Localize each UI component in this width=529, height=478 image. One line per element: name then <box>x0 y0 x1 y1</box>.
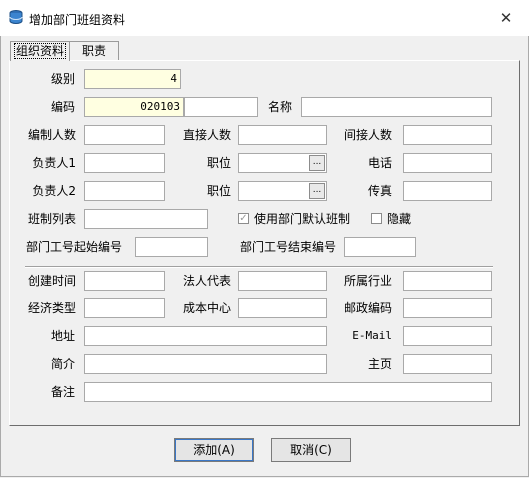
intro-label: 简介 <box>50 357 75 371</box>
remark-field[interactable] <box>84 382 492 402</box>
level-field[interactable]: 4 <box>84 69 181 89</box>
tab-duties[interactable]: 职责 <box>69 41 119 60</box>
phone-label: 电话 <box>367 156 392 170</box>
use-default-shift-checkbox[interactable]: ✓ <box>238 213 249 224</box>
direct-count-field[interactable] <box>238 125 327 145</box>
manager1-field[interactable] <box>84 153 165 173</box>
name-label: 名称 <box>267 100 292 114</box>
fax-label: 传真 <box>367 184 392 198</box>
close-icon[interactable]: ✕ <box>497 9 515 27</box>
direct-count-label: 直接人数 <box>182 128 231 142</box>
postal-code-label: 邮政编码 <box>343 301 392 315</box>
manager2-field[interactable] <box>84 181 165 201</box>
use-default-shift-label: 使用部门默认班制 <box>254 212 351 226</box>
name-field[interactable] <box>301 97 492 117</box>
code-field[interactable]: 020103 <box>84 97 184 117</box>
position2-label: 职位 <box>206 184 231 198</box>
position1-label: 职位 <box>206 156 231 170</box>
level-label: 级别 <box>50 72 75 86</box>
address-field[interactable] <box>84 326 327 346</box>
fax-field[interactable] <box>403 181 492 201</box>
hidden-label: 隐藏 <box>387 212 412 226</box>
email-label: E-Mail <box>352 329 392 342</box>
window-title: 增加部门班组资料 <box>29 13 126 27</box>
hidden-checkbox[interactable] <box>371 213 382 224</box>
phone-field[interactable] <box>403 153 492 173</box>
cost-center-label: 成本中心 <box>182 301 231 315</box>
industry-field[interactable] <box>403 271 492 291</box>
economic-type-label: 经济类型 <box>27 301 76 315</box>
postal-code-field[interactable] <box>403 298 492 318</box>
industry-label: 所属行业 <box>343 274 392 288</box>
shift-list-label: 班制列表 <box>27 212 76 226</box>
created-time-field[interactable] <box>84 271 165 291</box>
tab-organization[interactable]: 组织资料 <box>10 41 70 61</box>
headcount-label: 编制人数 <box>27 128 76 142</box>
economic-type-field[interactable] <box>84 298 165 318</box>
shift-list-field[interactable] <box>84 209 208 229</box>
indirect-count-label: 间接人数 <box>343 128 392 142</box>
remark-label: 备注 <box>50 385 75 399</box>
legal-rep-label: 法人代表 <box>182 274 231 288</box>
intro-field[interactable] <box>84 354 327 374</box>
code-label: 编码 <box>50 100 75 114</box>
cost-center-field[interactable] <box>238 298 327 318</box>
address-label: 地址 <box>50 329 75 343</box>
position1-ellipsis-button[interactable]: ... <box>309 155 325 171</box>
homepage-label: 主页 <box>367 357 392 371</box>
homepage-field[interactable] <box>403 354 492 374</box>
position2-ellipsis-button[interactable]: ... <box>309 183 325 199</box>
email-field[interactable] <box>403 326 492 346</box>
emp-no-start-field[interactable] <box>135 237 208 257</box>
headcount-field[interactable] <box>84 125 165 145</box>
cancel-button[interactable]: 取消(C) <box>271 438 351 462</box>
database-icon <box>8 9 24 25</box>
manager2-label: 负责人2 <box>32 184 76 198</box>
emp-no-end-field[interactable] <box>344 237 416 257</box>
legal-rep-field[interactable] <box>238 271 327 291</box>
created-time-label: 创建时间 <box>27 274 76 288</box>
emp-no-end-label: 部门工号结束编号 <box>239 240 336 254</box>
code-extra-field[interactable] <box>184 97 258 117</box>
add-button[interactable]: 添加(A) <box>174 438 254 462</box>
tab-duties-label: 职责 <box>81 44 106 58</box>
manager1-label: 负责人1 <box>32 156 76 170</box>
tab-organization-label: 组织资料 <box>13 43 66 59</box>
section-separator <box>25 266 493 268</box>
emp-no-start-label: 部门工号起始编号 <box>25 240 122 254</box>
indirect-count-field[interactable] <box>403 125 492 145</box>
